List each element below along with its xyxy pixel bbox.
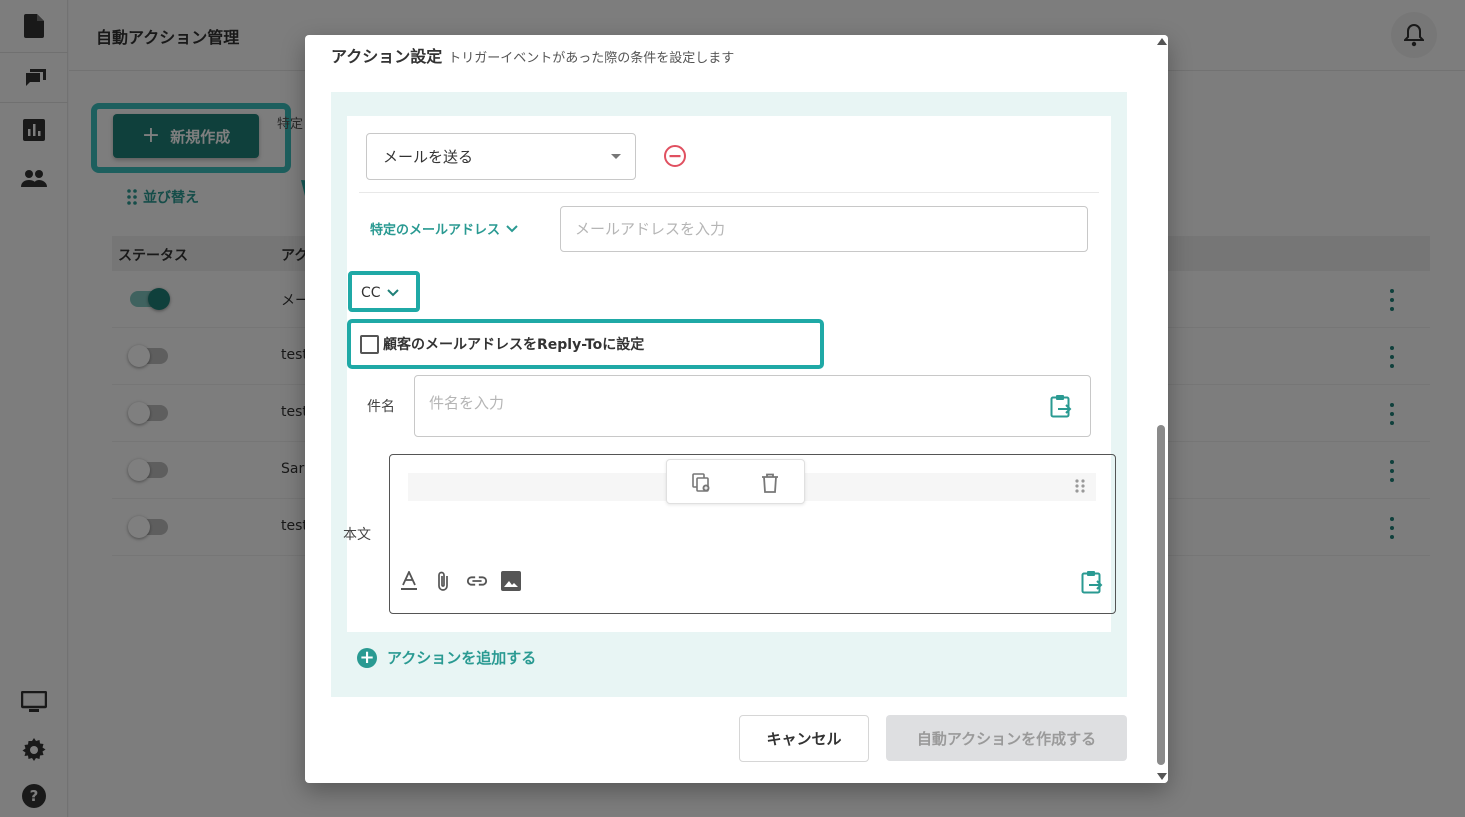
caret-down-icon xyxy=(611,154,621,159)
drag-handle-icon[interactable] xyxy=(1075,479,1085,493)
subject-input[interactable] xyxy=(429,394,1009,412)
create-action-button[interactable]: 自動アクションを作成する xyxy=(886,715,1127,761)
scroll-up-icon[interactable] xyxy=(1157,38,1167,45)
block-toolbar xyxy=(666,459,805,504)
remove-circle-icon[interactable] xyxy=(663,144,687,168)
image-icon[interactable] xyxy=(500,570,522,592)
subject-label: 件名 xyxy=(367,399,395,415)
action-panel: メールを送る 特定のメールアドレス CC 顧客のメールアドレスをReply-To… xyxy=(331,92,1127,697)
modal-title: アクション設定 xyxy=(331,47,443,66)
action-card: メールを送る 特定のメールアドレス CC 顧客のメールアドレスをReply-To… xyxy=(343,116,1116,632)
modal-scrollbar[interactable] xyxy=(1154,35,1168,783)
clipboard-insert-icon[interactable] xyxy=(1050,394,1072,418)
body-label: 本文 xyxy=(343,527,371,543)
trash-icon[interactable] xyxy=(759,472,781,494)
subject-field[interactable] xyxy=(414,375,1091,437)
add-circle-icon: + xyxy=(357,647,377,668)
scroll-down-icon[interactable] xyxy=(1157,773,1167,780)
cancel-button[interactable]: キャンセル xyxy=(739,715,869,762)
recipient-type-label: 特定のメールアドレス xyxy=(370,223,501,238)
clipboard-insert-icon[interactable] xyxy=(1081,570,1103,594)
chevron-down-icon xyxy=(506,224,518,232)
editor-toolbar xyxy=(398,570,522,592)
add-action-label: アクションを追加する xyxy=(387,649,537,667)
body-editor[interactable] xyxy=(389,454,1116,614)
action-type-select[interactable]: メールを送る xyxy=(366,133,636,180)
text-format-icon[interactable] xyxy=(398,570,420,592)
email-address-input[interactable] xyxy=(560,206,1088,252)
action-type-value: メールを送る xyxy=(383,148,474,166)
modal-subtitle: トリガーイベントがあった際の条件を設定します xyxy=(448,51,735,66)
duplicate-icon[interactable] xyxy=(691,472,713,494)
highlight-reply-to xyxy=(347,319,824,369)
scroll-thumb[interactable] xyxy=(1157,425,1165,765)
recipient-type-dropdown[interactable]: 特定のメールアドレス xyxy=(370,219,518,238)
highlight-cc-select xyxy=(348,271,420,312)
link-icon[interactable] xyxy=(466,570,488,592)
modal-header: アクション設定 トリガーイベントがあった際の条件を設定します xyxy=(331,43,734,67)
attachment-icon[interactable] xyxy=(432,570,454,592)
action-settings-modal: アクション設定 トリガーイベントがあった際の条件を設定します メールを送る 特定… xyxy=(305,35,1168,783)
add-action-button[interactable]: + アクションを追加する xyxy=(357,647,536,668)
